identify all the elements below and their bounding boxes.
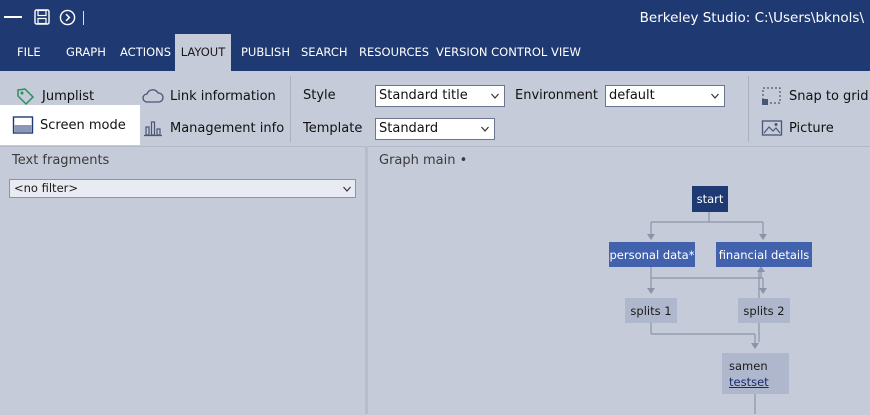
template-select[interactable]: Standard (375, 118, 495, 140)
screen-mode-label: Screen mode (40, 117, 126, 133)
window-title: Berkeley Studio: C:\Users\bknols\ (639, 10, 864, 26)
snap-to-grid-button[interactable]: Snap to grid (761, 81, 869, 111)
ribbon: Jumplist Screen mode Link information Ma… (0, 71, 870, 146)
tab-resources[interactable]: RESOURCES (353, 34, 435, 71)
bar-chart-icon (142, 117, 164, 139)
tab-search[interactable]: SEARCH (295, 34, 354, 71)
environment-select[interactable]: default (605, 85, 725, 107)
screen-mode-button[interactable]: Screen mode (0, 105, 140, 145)
style-select-value: Standard title (379, 88, 468, 103)
chevron-down-icon (343, 186, 351, 192)
template-select-value: Standard (379, 121, 439, 136)
template-label: Template (303, 121, 363, 136)
environment-select-value: default (609, 88, 655, 103)
link-information-label: Link information (170, 88, 276, 104)
graph-node-start[interactable]: start (692, 186, 728, 212)
tab-actions[interactable]: ACTIONS (114, 34, 177, 71)
ribbon-divider (748, 76, 749, 142)
tag-icon (14, 85, 36, 107)
management-info-button[interactable]: Management info (142, 113, 284, 143)
tab-layout[interactable]: LAYOUT (175, 34, 231, 71)
picture-label: Picture (789, 120, 834, 136)
picture-button[interactable]: Picture (761, 113, 834, 143)
screen-mode-icon (12, 114, 34, 136)
text-fragments-pane: Text fragments <no filter> (0, 146, 365, 415)
ribbon-divider (290, 76, 291, 142)
app-menu-icon[interactable] (4, 16, 22, 18)
jumplist-label: Jumplist (42, 88, 95, 104)
management-info-label: Management info (170, 120, 285, 136)
chevron-down-icon (491, 93, 499, 99)
tab-version-control[interactable]: VERSION CONTROL (430, 34, 553, 71)
save-icon[interactable] (34, 9, 50, 25)
graph-node-samen-label: samen (729, 358, 768, 373)
picture-icon (761, 117, 783, 139)
tab-publish[interactable]: PUBLISH (235, 34, 296, 71)
play-circle-icon[interactable] (59, 9, 76, 26)
pane-title: Text fragments (12, 153, 110, 168)
chevron-down-icon (711, 93, 719, 99)
graph-node-financial-details[interactable]: financial details (716, 242, 812, 267)
snap-to-grid-label: Snap to grid (789, 88, 869, 104)
toolbar-divider (83, 11, 84, 25)
pane-title: Graph main • (379, 153, 468, 168)
style-label: Style (303, 88, 336, 103)
tab-view[interactable]: VIEW (545, 34, 587, 71)
tab-graph[interactable]: GRAPH (60, 34, 112, 71)
link-information-button[interactable]: Link information (142, 81, 276, 111)
graph-node-splits-2[interactable]: splits 2 (738, 298, 790, 323)
graph-node-samen[interactable]: samen testset (722, 353, 789, 394)
environment-label: Environment (515, 88, 599, 103)
graph-node-samen-link[interactable]: testset (729, 374, 769, 390)
style-select[interactable]: Standard title (375, 85, 505, 107)
graph-node-splits-1[interactable]: splits 1 (625, 298, 677, 323)
filter-select-value: <no filter> (14, 181, 79, 195)
cloud-icon (142, 85, 164, 107)
filter-select[interactable]: <no filter> (9, 179, 356, 198)
tab-file[interactable]: FILE (11, 34, 47, 71)
graph-node-personal-data[interactable]: personal data* (609, 242, 695, 267)
title-bar: Berkeley Studio: C:\Users\bknols\ (0, 0, 870, 34)
graph-pane: Graph main • (368, 146, 870, 415)
menu-bar: FILE GRAPH ACTIONS LAYOUT PUBLISH SEARCH… (0, 34, 870, 71)
chevron-down-icon (481, 126, 489, 132)
snap-grid-icon (761, 85, 783, 107)
